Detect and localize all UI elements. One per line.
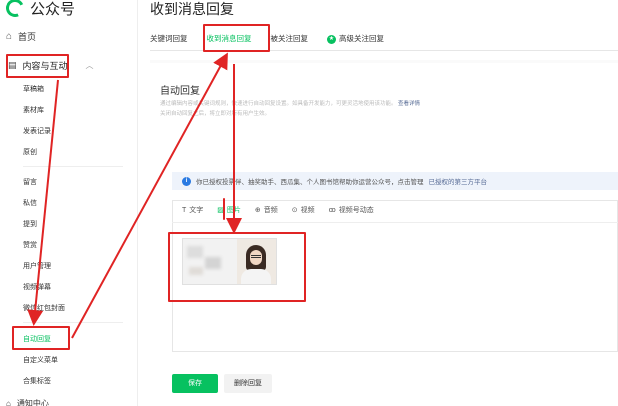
tab-bar: 关键词回复 收到消息回复 被关注回复 ★ 高级关注回复	[150, 31, 403, 47]
section-title: 自动回复	[160, 86, 200, 97]
sidebar-item-user-management[interactable]: 用户管理	[23, 261, 51, 271]
highlight-box-image	[168, 232, 306, 302]
sidebar-item-red-packet-cover[interactable]: 微信红包封面	[23, 303, 65, 313]
text-icon: T	[182, 206, 187, 214]
sidebar-item-mentions[interactable]: 提到	[23, 219, 37, 229]
sidebar-item-custom-menu[interactable]: 自定义菜单	[23, 355, 58, 365]
tool-label: 音频	[263, 207, 278, 214]
section-description: 通过编辑内容或关键词规则，快速进行自动回复设置。如具备开发能力，可更灵活地使用该…	[160, 99, 520, 119]
toolbar-video-button[interactable]: ⊙ 视频	[292, 205, 315, 215]
toolbar-text-button[interactable]: T 文字	[182, 205, 203, 215]
sidebar-item-original[interactable]: 原创	[23, 147, 37, 157]
page-title: 收到消息回复	[150, 1, 234, 17]
tab-label: 高级关注回复	[339, 34, 384, 43]
toolbar-channels-button[interactable]: ꝏ 视频号动态	[329, 205, 374, 215]
editor-toolbar: T 文字 ▨ 图片 ⊕ 音频 ⊙ 视频 ꝏ 视频号动态	[182, 205, 374, 215]
sidebar-item-messages[interactable]: 私信	[23, 198, 37, 208]
bell-icon: ⌂	[6, 399, 11, 406]
sidebar-divider	[23, 166, 123, 167]
sidebar-item-label: 通知中心	[16, 399, 49, 406]
sidebar-item-rewards[interactable]: 赞赏	[23, 240, 37, 250]
info-icon: i	[182, 176, 191, 186]
info-banner: i 你已授权投票伴、抽奖助手、西瓜集、个人图书馆帮助你运营公众号，点击管理 已授…	[172, 172, 618, 190]
sidebar-item-materials[interactable]: 素材库	[23, 105, 44, 115]
tool-label: 文字	[189, 207, 204, 214]
brand[interactable]: 公众号	[3, 0, 76, 20]
toolbar-audio-button[interactable]: ⊕ 音频	[255, 205, 278, 215]
description-line1: 通过编辑内容或关键词规则，快速进行自动回复设置。如具备开发能力，可更灵活地使用该…	[160, 101, 397, 107]
highlight-box-auto-reply	[12, 326, 70, 350]
info-text: 你已授权投票伴、抽奖助手、西瓜集、个人图书馆帮助你运营公众号，点击管理	[196, 179, 424, 186]
sidebar-item-home[interactable]: ⌂ 首页	[6, 30, 36, 43]
highlight-box-message-tab	[203, 24, 270, 52]
sidebar-item-notifications[interactable]: ⌂ 通知中心	[6, 398, 49, 406]
sidebar-item-label: 首页	[18, 32, 37, 42]
sidebar-divider	[23, 322, 123, 323]
wechat-logo-icon	[3, 0, 27, 20]
toolbar-image-button[interactable]: ▨ 图片	[217, 205, 241, 215]
delete-reply-button[interactable]: 删除回复	[224, 374, 272, 393]
highlight-box-content-group	[6, 54, 69, 78]
tool-label: 视频	[300, 207, 315, 214]
channels-icon: ꝏ	[328, 207, 336, 214]
tab-label: 被关注回复	[270, 34, 309, 43]
details-link[interactable]: 查看详情	[398, 101, 420, 107]
audio-icon: ⊕	[254, 207, 261, 214]
third-party-link[interactable]: 已授权的第三方平台	[429, 176, 488, 186]
description-line2: 关闭自动回复之后，将立即对所有用户生效。	[160, 111, 271, 117]
tool-label: 图片	[226, 207, 241, 214]
chevron-up-icon: ︿	[85, 61, 94, 70]
sidebar-item-drafts[interactable]: 草稿箱	[23, 84, 44, 94]
tab-label: 关键词回复	[150, 34, 188, 43]
brand-name: 公众号	[30, 0, 76, 18]
tool-label: 视频号动态	[338, 207, 374, 214]
highlight-mark-image-tool	[223, 198, 225, 220]
video-icon: ⊙	[291, 207, 298, 214]
sidebar-item-comments[interactable]: 留言	[23, 177, 37, 187]
toolbar-divider	[172, 222, 618, 223]
sidebar-item-video-danmaku[interactable]: 视频弹幕	[23, 282, 51, 292]
sidebar-item-publish-records[interactable]: 发表记录	[23, 126, 51, 136]
sidebar-item-collection-tags[interactable]: 合集标签	[23, 376, 51, 386]
tab-follow-reply[interactable]: 被关注回复	[271, 31, 318, 47]
star-icon: ★	[327, 34, 336, 44]
home-icon: ⌂	[6, 31, 13, 42]
tab-keyword-reply[interactable]: 关键词回复	[150, 31, 197, 47]
save-button[interactable]: 保存	[172, 374, 218, 393]
tab-advanced-follow-reply[interactable]: ★ 高级关注回复	[327, 31, 393, 47]
